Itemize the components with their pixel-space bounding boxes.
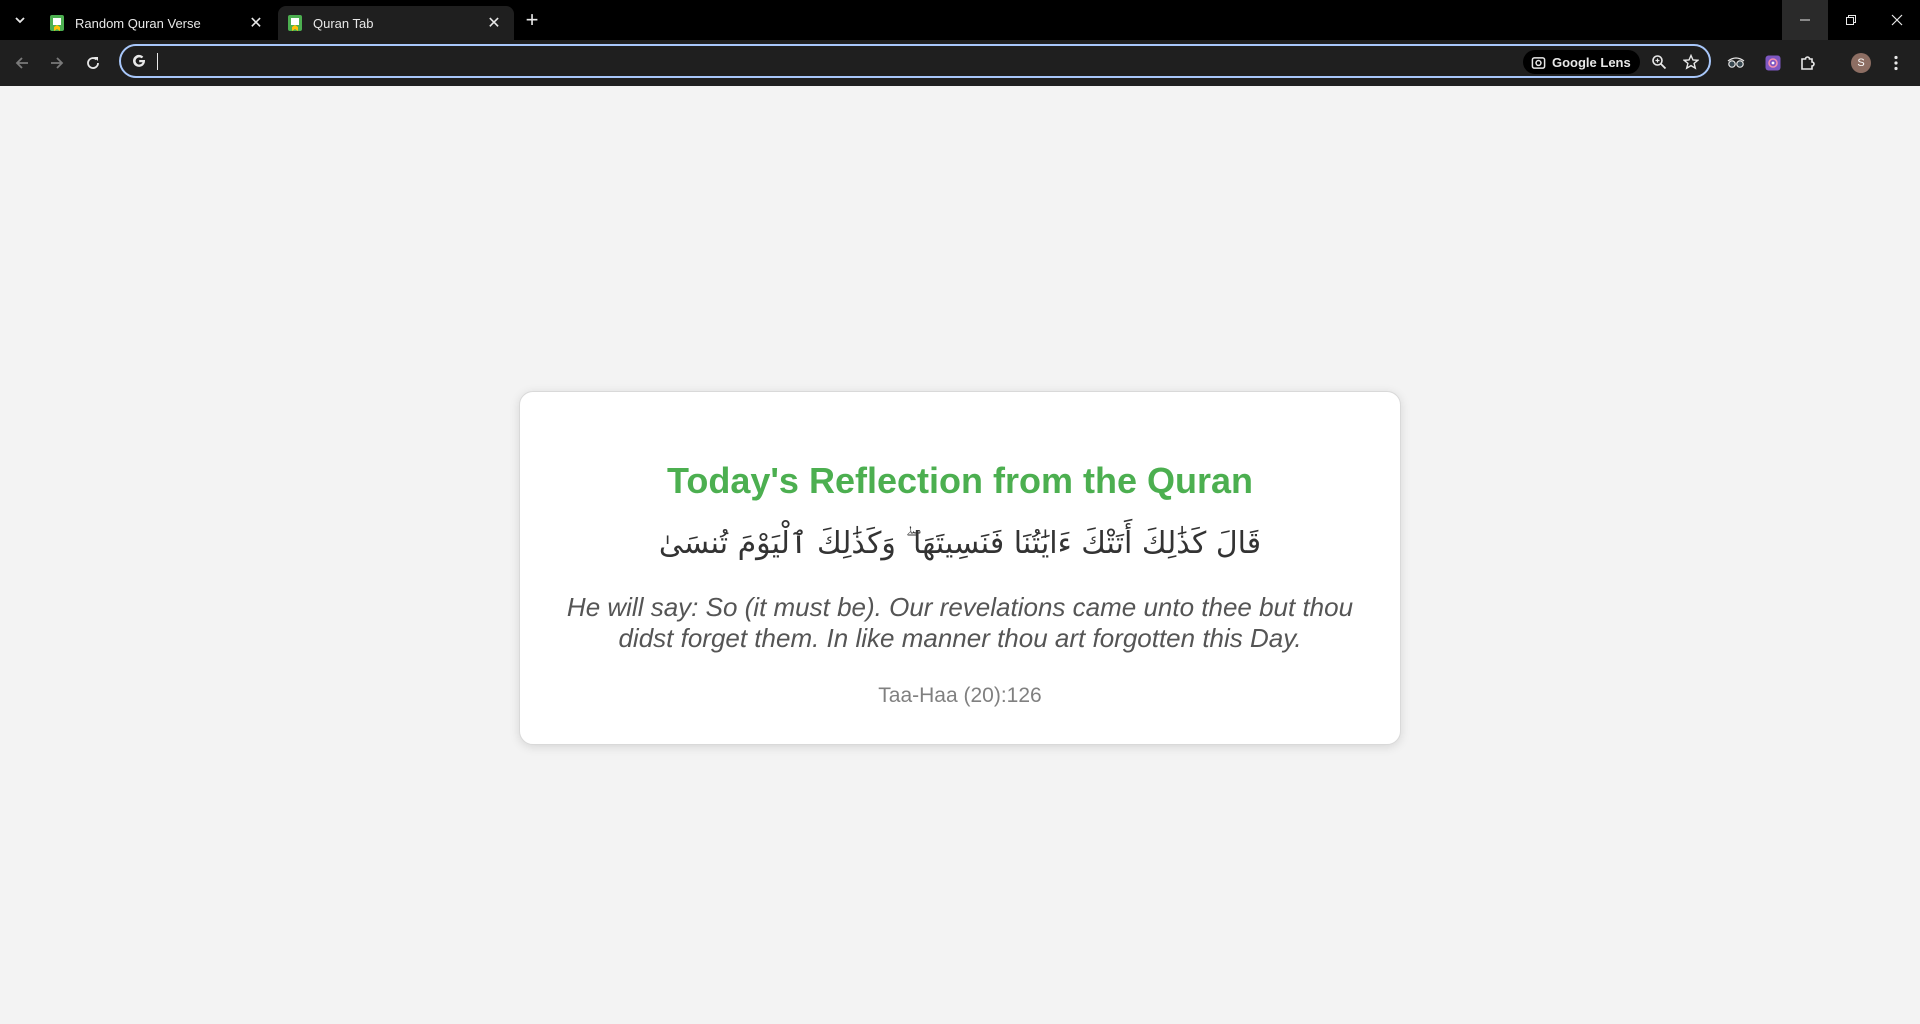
glasses-extension-icon[interactable] — [1724, 51, 1748, 75]
close-tab-icon[interactable]: ✕ — [246, 13, 266, 33]
google-lens-label: Google Lens — [1552, 54, 1631, 70]
tab-quran-tab[interactable]: Quran Tab ✕ — [278, 6, 514, 40]
reload-icon[interactable] — [81, 51, 105, 75]
page-title: Today's Reflection from the Quran — [667, 460, 1253, 501]
google-lens-button[interactable]: Google Lens — [1523, 50, 1640, 74]
tab-search-chevron-icon[interactable] — [8, 6, 32, 34]
page-viewport: Today's Reflection from the Quran قَالَ … — [0, 86, 1920, 1024]
restore-icon[interactable] — [1828, 0, 1874, 40]
google-g-icon — [130, 52, 148, 70]
window-controls — [1782, 0, 1920, 40]
camera-lens-icon — [1531, 55, 1546, 70]
arabic-verse: قَالَ كَذَٰلِكَ أَتَتْكَ ءَايَٰتُنَا فَن… — [658, 526, 1262, 561]
close-window-icon[interactable] — [1874, 0, 1920, 40]
quran-book-favicon-icon — [50, 15, 64, 31]
purple-extension-icon[interactable] — [1761, 51, 1785, 75]
extensions-puzzle-icon[interactable] — [1796, 51, 1820, 75]
verse-reference: Taa-Haa (20):126 — [878, 684, 1042, 707]
minimize-icon[interactable] — [1782, 0, 1828, 40]
address-input[interactable] — [157, 51, 1261, 73]
quran-book-favicon-icon — [288, 15, 302, 31]
new-tab-plus-icon[interactable]: + — [520, 8, 544, 32]
zoom-magnifier-icon[interactable] — [1648, 51, 1670, 73]
bookmark-star-icon[interactable] — [1680, 51, 1702, 73]
back-arrow-icon[interactable] — [10, 51, 34, 75]
tab-title: Quran Tab — [313, 15, 374, 31]
tab-strip: Random Quran Verse ✕ Quran Tab ✕ + — [0, 0, 1920, 40]
tab-random-quran-verse[interactable]: Random Quran Verse ✕ — [40, 6, 276, 40]
browser-toolbar: Google Lens S — [0, 40, 1920, 86]
verse-translation: He will say: So (it must be). Our revela… — [566, 592, 1354, 653]
profile-avatar[interactable]: S — [1851, 53, 1871, 73]
address-bar[interactable]: Google Lens — [119, 44, 1711, 78]
forward-arrow-icon[interactable] — [45, 51, 69, 75]
tab-title: Random Quran Verse — [75, 15, 201, 31]
verse-card: Today's Reflection from the Quran قَالَ … — [519, 391, 1401, 745]
kebab-menu-icon[interactable] — [1888, 51, 1904, 75]
text-caret — [157, 53, 158, 70]
close-tab-icon[interactable]: ✕ — [484, 13, 504, 33]
